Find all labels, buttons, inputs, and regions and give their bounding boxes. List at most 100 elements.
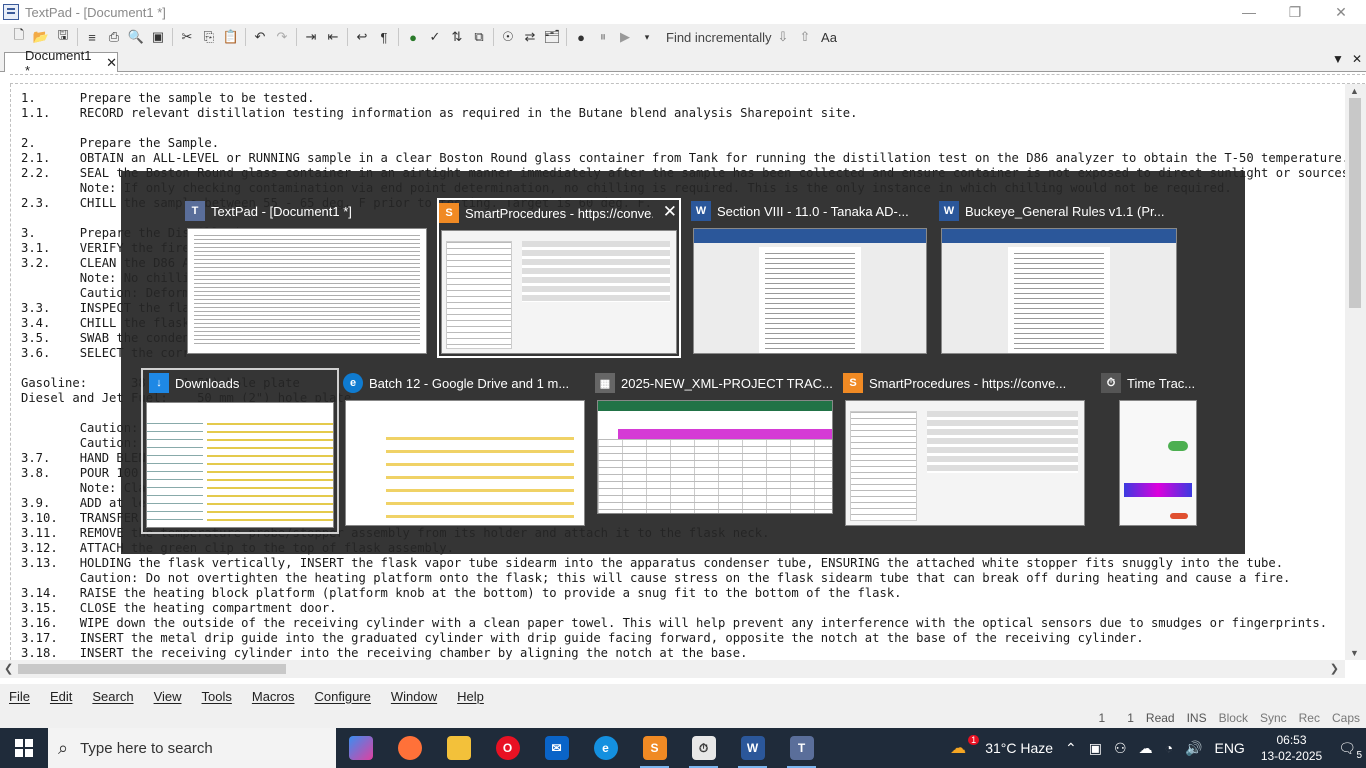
switcher-window-google-drive[interactable]: e Batch 12 - Google Drive and 1 m... bbox=[343, 370, 587, 528]
start-button[interactable] bbox=[0, 728, 48, 768]
close-icon[interactable]: ✕ bbox=[106, 55, 117, 71]
find-previous-icon[interactable]: ⇧ bbox=[795, 27, 815, 47]
scroll-down-icon[interactable]: ▼ bbox=[1350, 648, 1359, 658]
weather-text: 31°C Haze bbox=[985, 740, 1054, 756]
page-setup-icon[interactable]: ▣ bbox=[148, 27, 168, 47]
close-document-icon[interactable]: ✕ bbox=[1352, 52, 1362, 66]
network-icon[interactable]: ◔ bbox=[1165, 740, 1173, 756]
play-macro-icon[interactable]: ▶ bbox=[615, 27, 635, 47]
firefox-app[interactable] bbox=[385, 728, 434, 768]
switcher-window-textpad[interactable]: T TextPad - [Document1 *] bbox=[185, 198, 429, 356]
switcher-window-buckeye[interactable]: W Buckeye_General Rules v1.1 (Pr... bbox=[939, 198, 1179, 356]
menu-file[interactable]: File bbox=[9, 689, 30, 704]
device-icon[interactable]: ▣ bbox=[1089, 740, 1102, 757]
record-macro-icon[interactable]: ● bbox=[571, 27, 591, 47]
switcher-window-downloads[interactable]: ↓ Downloads bbox=[141, 368, 339, 534]
find-icon[interactable]: ☉ bbox=[498, 27, 518, 47]
match-case-button[interactable]: Aa bbox=[817, 27, 841, 47]
toolbar-overflow-icon[interactable]: ▾ bbox=[637, 27, 657, 47]
menu-tools[interactable]: Tools bbox=[202, 689, 232, 704]
close-window-icon[interactable]: ✕ bbox=[663, 202, 677, 222]
cloud-icon[interactable]: ☁ bbox=[1139, 740, 1153, 757]
find-incrementally-input[interactable]: Find incrementally bbox=[662, 27, 772, 47]
save-icon[interactable]: 🖫 bbox=[53, 27, 73, 47]
scroll-up-icon[interactable]: ▲ bbox=[1350, 86, 1359, 96]
smartprocedures-app[interactable]: S bbox=[630, 728, 679, 768]
cut-icon[interactable]: ✂ bbox=[177, 27, 197, 47]
sort-icon[interactable]: ⇅ bbox=[447, 27, 467, 47]
menu-help[interactable]: Help bbox=[457, 689, 484, 704]
taskbar-search-box[interactable]: ⌕ Type here to search bbox=[48, 728, 336, 768]
switcher-window-time-tracker[interactable]: ⏱ Time Trac... bbox=[1101, 370, 1201, 528]
maximize-button[interactable]: ❐ bbox=[1272, 0, 1318, 24]
word-wrap-icon[interactable]: ↩ bbox=[352, 27, 372, 47]
volume-icon[interactable]: 🔊 bbox=[1185, 740, 1202, 757]
scroll-right-icon[interactable]: ❯ bbox=[1330, 662, 1339, 675]
tab-label: Document1 * bbox=[25, 47, 92, 78]
paste-icon[interactable]: 📋 bbox=[221, 27, 241, 47]
textpad-icon: T bbox=[789, 736, 814, 760]
find-next-icon[interactable]: ⇩ bbox=[773, 27, 793, 47]
visible-spaces-icon[interactable]: ¶ bbox=[374, 27, 394, 47]
menu-macros[interactable]: Macros bbox=[252, 689, 295, 704]
mail-app[interactable]: ✉ bbox=[532, 728, 581, 768]
compare-icon[interactable]: ⧉ bbox=[469, 27, 489, 47]
clock[interactable]: 06:53 13-02-2025 bbox=[1261, 732, 1322, 764]
open-folder-icon[interactable]: 📂 bbox=[31, 27, 51, 47]
undo-icon[interactable]: ↶ bbox=[250, 27, 270, 47]
tab-document1[interactable]: Document1 * ✕ bbox=[4, 48, 118, 78]
vertical-scrollbar[interactable]: ▲ ▼ bbox=[1345, 84, 1366, 660]
switcher-window-smartprocedures-2[interactable]: S SmartProcedures - https://conve... bbox=[843, 370, 1087, 528]
show-hidden-icons[interactable]: ⌃ bbox=[1065, 740, 1077, 757]
tab-menu-icon[interactable]: ▼ bbox=[1332, 52, 1344, 66]
window-thumbnail bbox=[693, 228, 927, 354]
minimize-button[interactable]: — bbox=[1226, 0, 1272, 24]
security-icon[interactable]: ⚇ bbox=[1114, 740, 1127, 757]
firefox-icon bbox=[397, 736, 422, 760]
status-bar: 1 1 Read INS Block Sync Rec Caps bbox=[0, 708, 1366, 728]
horizontal-scroll-thumb[interactable] bbox=[18, 664, 286, 674]
workspace-icon[interactable]: ≡ bbox=[82, 27, 102, 47]
copilot-app[interactable] bbox=[336, 728, 385, 768]
window-thumbnail bbox=[941, 228, 1177, 354]
switcher-window-section-viii[interactable]: W Section VIII - 11.0 - Tanaka AD-... bbox=[691, 198, 929, 356]
language-indicator[interactable]: ENG bbox=[1214, 740, 1244, 756]
pause-macro-icon[interactable]: ⏸ bbox=[593, 27, 613, 47]
print-icon[interactable]: ⎙ bbox=[104, 27, 124, 47]
timetracker-icon: ⏱ bbox=[1101, 373, 1121, 393]
opera-app[interactable]: O bbox=[483, 728, 532, 768]
textpad-app[interactable]: T bbox=[777, 728, 826, 768]
scroll-left-icon[interactable]: ❮ bbox=[4, 662, 13, 675]
word-app[interactable]: W bbox=[728, 728, 777, 768]
spelling-icon[interactable]: ✓ bbox=[425, 27, 445, 47]
indent-icon[interactable]: ⇥ bbox=[301, 27, 321, 47]
switcher-window-smartprocedures-1[interactable]: S SmartProcedures - https://conve... ✕ bbox=[437, 198, 681, 358]
menu-edit[interactable]: Edit bbox=[50, 689, 72, 704]
find-in-files-icon[interactable]: 🗂 bbox=[542, 27, 562, 47]
time-tracker-app[interactable]: ⏱ bbox=[679, 728, 728, 768]
new-file-icon[interactable]: 🗋 bbox=[9, 27, 29, 47]
redo-icon[interactable]: ↷ bbox=[272, 27, 292, 47]
switcher-window-xml-project[interactable]: ▦ 2025-NEW_XML-PROJECT TRAC... bbox=[595, 370, 835, 528]
menu-window[interactable]: Window bbox=[391, 689, 437, 704]
browser-view-icon[interactable]: ● bbox=[403, 27, 423, 47]
copilot-icon bbox=[348, 736, 373, 760]
edge-app[interactable]: e bbox=[581, 728, 630, 768]
notifications-button[interactable]: 🗨 5 bbox=[1338, 740, 1362, 761]
vertical-scroll-thumb[interactable] bbox=[1349, 98, 1361, 308]
toolbar-separator bbox=[245, 28, 246, 46]
unindent-icon[interactable]: ⇤ bbox=[323, 27, 343, 47]
close-button[interactable]: ✕ bbox=[1318, 0, 1364, 24]
replace-icon[interactable]: ⇄ bbox=[520, 27, 540, 47]
copy-icon[interactable]: ⎘ bbox=[199, 27, 219, 47]
horizontal-scrollbar[interactable]: ❮ ❯ bbox=[0, 660, 1345, 678]
timetracker-icon: ⏱ bbox=[691, 736, 716, 760]
file-explorer-app[interactable] bbox=[434, 728, 483, 768]
print-preview-icon[interactable]: 🔍 bbox=[126, 27, 146, 47]
downloads-icon: ↓ bbox=[149, 373, 169, 393]
menu-configure[interactable]: Configure bbox=[315, 689, 371, 704]
gutter-line bbox=[10, 84, 11, 660]
menu-search[interactable]: Search bbox=[92, 689, 133, 704]
menu-view[interactable]: View bbox=[154, 689, 182, 704]
weather-widget[interactable]: ☁ 1 31°C Haze bbox=[950, 735, 1054, 758]
